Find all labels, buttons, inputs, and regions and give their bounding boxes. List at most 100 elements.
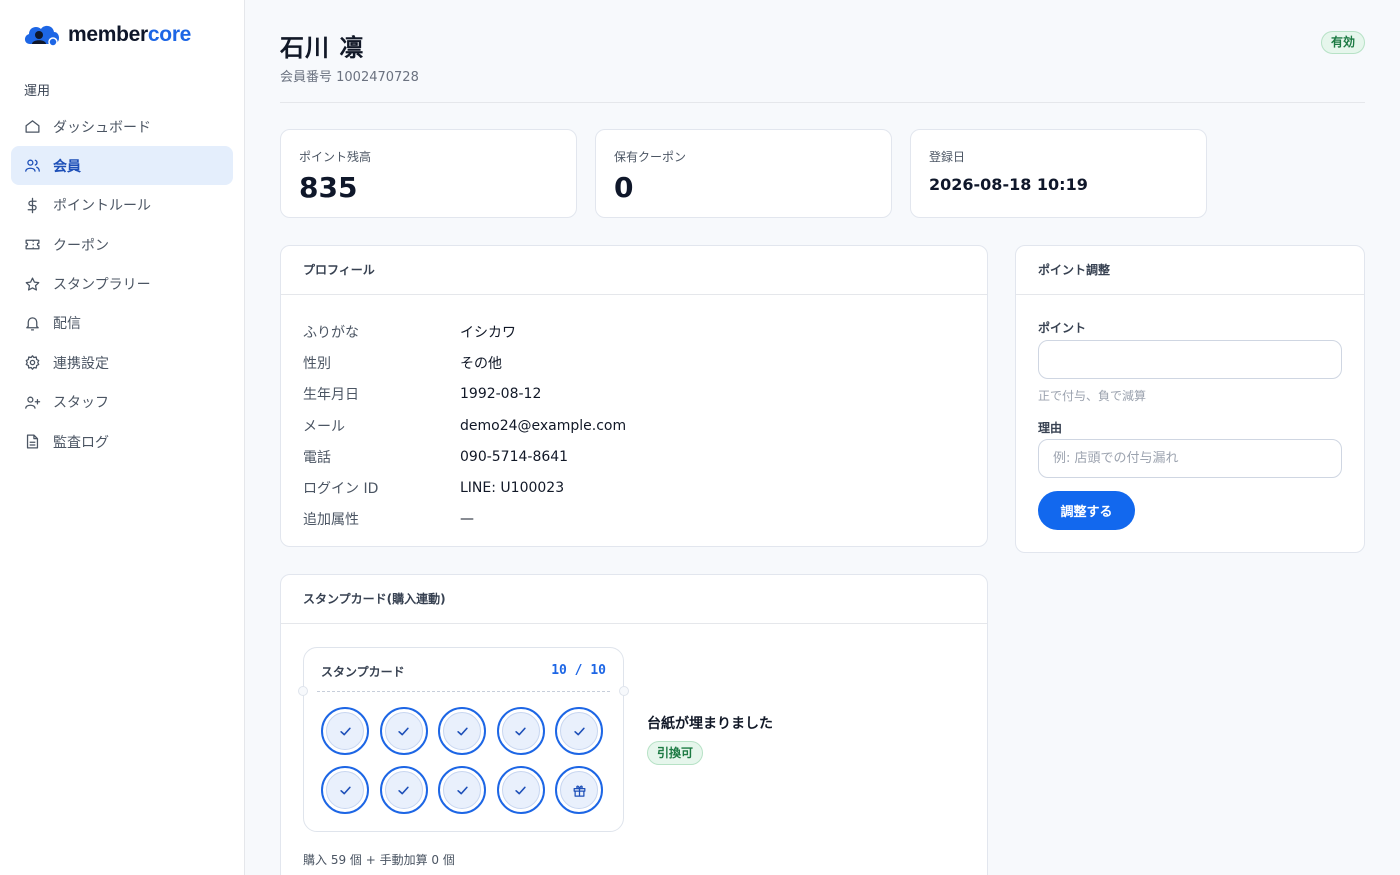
check-icon bbox=[501, 712, 540, 750]
stamp-filled bbox=[496, 707, 545, 755]
points-input[interactable] bbox=[1038, 340, 1342, 379]
check-icon bbox=[326, 712, 364, 750]
logo-icon bbox=[24, 25, 60, 47]
sidebar-item-staff[interactable]: スタッフ bbox=[11, 383, 233, 422]
stamp-filled bbox=[555, 707, 604, 755]
stamp-reward bbox=[555, 766, 604, 814]
dollar-icon bbox=[27, 197, 37, 214]
profile-key: 生年月日 bbox=[303, 387, 359, 404]
profile-value: その他 bbox=[460, 355, 502, 372]
check-icon bbox=[443, 771, 482, 809]
stat-value: 2026-08-18 10:19 bbox=[929, 175, 1088, 194]
sidebar-item-coupons[interactable]: クーポン bbox=[11, 225, 233, 264]
profile-key: 性別 bbox=[303, 355, 331, 372]
header-divider bbox=[280, 102, 1365, 103]
profile-row: 生年月日 1992-08-12 bbox=[303, 379, 626, 410]
sidebar-item-label: ダッシュボード bbox=[53, 119, 151, 136]
stamp-card-title: スタンプカード bbox=[321, 665, 405, 679]
check-icon bbox=[326, 771, 364, 809]
profile-table: ふりがな イシカワ 性別 その他 生年月日 1992-08-12 メール demo24@… bbox=[303, 316, 626, 535]
stamp-filled bbox=[496, 766, 545, 814]
profile-value: demo24@example.com bbox=[460, 417, 627, 434]
document-icon bbox=[26, 434, 39, 449]
profile-value: — bbox=[460, 511, 474, 528]
reason-input[interactable] bbox=[1038, 439, 1342, 478]
stamp-filled bbox=[379, 707, 428, 755]
points-label: ポイント bbox=[1038, 321, 1087, 335]
sidebar-item-integrations[interactable]: 連携設定 bbox=[11, 343, 233, 382]
sidebar-item-label: 配信 bbox=[53, 316, 81, 333]
check-icon bbox=[501, 771, 540, 809]
redeem-badge: 引換可 bbox=[647, 741, 704, 765]
home-icon bbox=[25, 120, 40, 133]
sidebar-item-label: スタンプラリー bbox=[53, 277, 151, 294]
profile-row: 性別 その他 bbox=[303, 347, 626, 378]
sidebar-nav: ダッシュボード 会員 ポイントルール クーポン スタンプラリー 配信 連携設定 bbox=[11, 107, 233, 462]
profile-value: LINE: U100023 bbox=[460, 480, 565, 497]
logo[interactable]: membercore bbox=[22, 20, 191, 50]
stat-label: ポイント残高 bbox=[299, 150, 372, 164]
sidebar-item-audit-log[interactable]: 監査ログ bbox=[11, 422, 233, 461]
profile-key: ログイン ID bbox=[303, 481, 379, 498]
stat-card-registered: 登録日 2026-08-18 10:19 bbox=[910, 129, 1207, 218]
card-title: スタンプカード(購入連動) bbox=[281, 575, 987, 624]
profile-row: ログイン ID LINE: U100023 bbox=[303, 472, 626, 503]
sidebar-item-point-rules[interactable]: ポイントルール bbox=[11, 186, 233, 225]
profile-row: 追加属性 — bbox=[303, 504, 626, 535]
stat-card-points: ポイント残高 835 bbox=[280, 129, 577, 218]
bell-icon bbox=[26, 317, 39, 331]
card-notch-right bbox=[619, 686, 629, 696]
stamp-filled bbox=[438, 707, 487, 755]
user-plus-icon bbox=[25, 396, 41, 409]
stamp-summary: 購入 59 個 + 手動加算 0 個 bbox=[303, 853, 455, 867]
stat-label: 登録日 bbox=[929, 150, 966, 164]
sidebar-item-label: スタッフ bbox=[53, 395, 109, 412]
stamp-filled bbox=[321, 707, 369, 755]
profile-value: 090-5714-8641 bbox=[460, 448, 569, 465]
sidebar-item-label: クーポン bbox=[53, 237, 109, 254]
stamp-filled bbox=[438, 766, 487, 814]
sidebar-item-label: 連携設定 bbox=[53, 355, 109, 372]
card-title: ポイント調整 bbox=[1016, 246, 1364, 295]
check-icon bbox=[560, 712, 599, 750]
stamp-card: スタンプカード 10 / 10 bbox=[298, 647, 629, 832]
sidebar-item-label: 監査ログ bbox=[53, 434, 109, 451]
nav-section-label: 運用 bbox=[24, 84, 51, 99]
page-title: 石川 凛 bbox=[280, 34, 365, 62]
stat-value: 835 bbox=[299, 171, 358, 204]
sidebar: membercore 運用 ダッシュボード 会員 ポイントルール クーポン スタ… bbox=[0, 0, 245, 875]
profile-key: 追加属性 bbox=[303, 512, 359, 529]
status-badge: 有効 bbox=[1320, 31, 1365, 54]
profile-card: プロフィール ふりがな イシカワ 性別 その他 生年月日 1992-08-12 メール… bbox=[280, 245, 988, 547]
sidebar-item-members[interactable]: 会員 bbox=[11, 146, 233, 186]
reason-label: 理由 bbox=[1038, 421, 1063, 435]
users-icon bbox=[25, 159, 40, 173]
member-number: 会員番号 1002470728 bbox=[280, 70, 419, 85]
profile-row: 電話 090-5714-8641 bbox=[303, 441, 626, 472]
sidebar-item-dashboard[interactable]: ダッシュボード bbox=[11, 107, 233, 146]
logo-text: membercore bbox=[68, 23, 192, 46]
stamp-grid bbox=[321, 707, 604, 814]
profile-value: 1992-08-12 bbox=[460, 386, 542, 403]
profile-key: ふりがな bbox=[303, 324, 359, 341]
sidebar-item-delivery[interactable]: 配信 bbox=[11, 304, 233, 343]
profile-key: 電話 bbox=[303, 449, 331, 466]
check-icon bbox=[443, 712, 482, 750]
stamp-status: 台紙が埋まりました bbox=[647, 716, 773, 732]
ticket-icon bbox=[25, 239, 40, 250]
profile-row: メール demo24@example.com bbox=[303, 410, 626, 441]
sidebar-item-stamp-rally[interactable]: スタンプラリー bbox=[11, 265, 233, 304]
stamp-card-panel: スタンプカード(購入連動) スタンプカード 10 / 10 台紙が埋まりました … bbox=[280, 574, 988, 875]
card-title: プロフィール bbox=[281, 246, 987, 295]
sidebar-item-label: 会員 bbox=[53, 158, 81, 175]
stamp-count: 10 / 10 bbox=[551, 663, 606, 678]
check-icon bbox=[384, 712, 423, 750]
profile-value: イシカワ bbox=[460, 324, 516, 341]
star-icon bbox=[25, 277, 40, 291]
gift-icon bbox=[560, 771, 599, 809]
adjust-button[interactable]: 調整する bbox=[1038, 491, 1135, 530]
profile-key: メール bbox=[303, 418, 345, 435]
stat-card-coupons: 保有クーポン 0 bbox=[595, 129, 892, 218]
check-icon bbox=[384, 771, 423, 809]
point-adjust-card: ポイント調整 ポイント 正で付与、負で減算 理由 調整する bbox=[1015, 245, 1365, 553]
